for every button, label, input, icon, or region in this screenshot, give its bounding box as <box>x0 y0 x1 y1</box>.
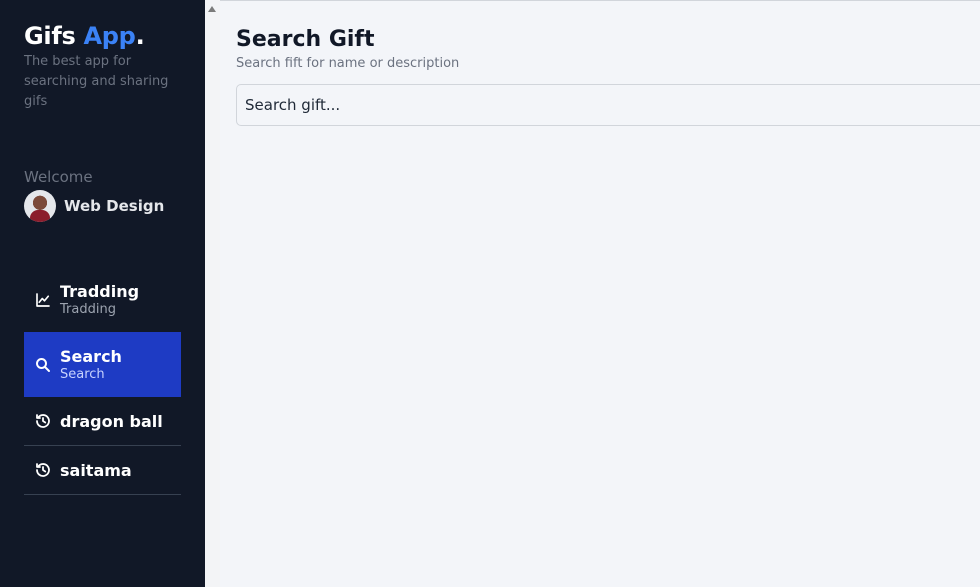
page-title: Search Gift <box>236 27 375 52</box>
top-divider <box>220 0 980 1</box>
welcome-label: Welcome <box>24 168 93 186</box>
history-icon <box>34 412 52 430</box>
scrollbar[interactable] <box>205 0 220 587</box>
menu-item-search[interactable]: Search Search <box>24 332 181 397</box>
menu-item-title: Search <box>60 346 122 366</box>
menu-item-subtitle: Search <box>60 366 105 382</box>
page-subtitle: Search fift for name or description <box>236 56 460 71</box>
menu-item-tradding[interactable]: Tradding Tradding <box>24 267 181 332</box>
main-content: Search Gift Search fift for name or desc… <box>236 26 980 126</box>
trending-chart-icon <box>34 291 52 309</box>
app-name: Gifs <box>24 22 76 50</box>
user-profile[interactable]: Web Design <box>24 190 164 222</box>
search-icon <box>34 356 52 374</box>
history-item-saitama[interactable]: saitama <box>24 446 181 495</box>
app-name-dot: . <box>135 22 145 50</box>
user-name: Web Design <box>64 197 165 215</box>
history-icon <box>34 461 52 479</box>
app-logo: Gifs App. <box>24 20 181 52</box>
avatar <box>24 190 56 222</box>
history-item-label: dragon ball <box>60 411 163 431</box>
search-input[interactable] <box>236 84 980 126</box>
menu-item-title: Tradding <box>60 281 140 301</box>
app-name-accent: App <box>83 22 136 50</box>
history-item-dragon-ball[interactable]: dragon ball <box>24 397 181 446</box>
sidebar-menu: Tradding Tradding Search Search dragon b… <box>24 267 181 495</box>
app-tagline: The best app for searching and sharing g… <box>24 54 169 109</box>
scroll-up-arrow-icon[interactable] <box>208 6 216 12</box>
menu-item-subtitle: Tradding <box>60 301 116 317</box>
history-item-label: saitama <box>60 460 132 480</box>
